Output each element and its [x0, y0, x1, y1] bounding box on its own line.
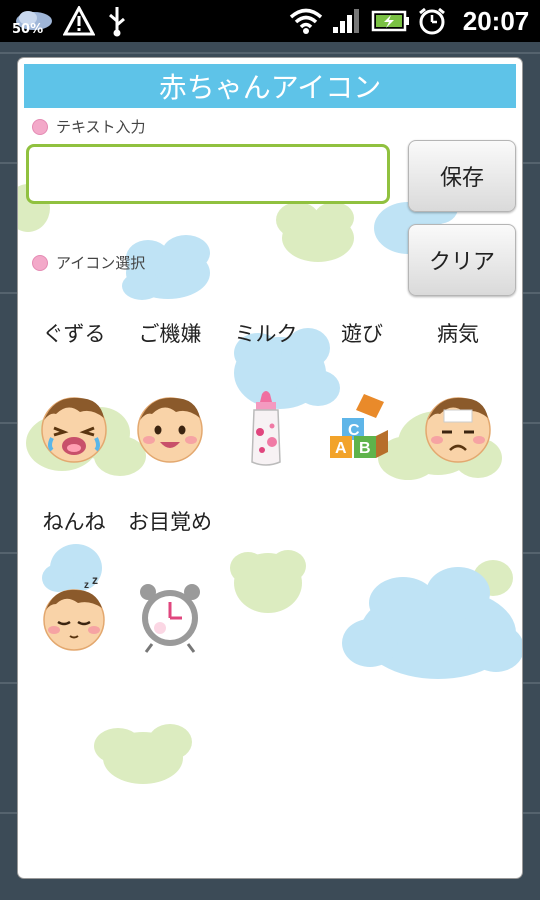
pink-dot-icon	[32, 118, 48, 135]
usb-icon	[102, 0, 132, 42]
wifi-icon	[286, 0, 326, 42]
icon-option-sleep[interactable]: ねんね z z	[26, 508, 122, 658]
svg-text:A: A	[335, 440, 347, 457]
icon-option-label: お目覚め	[128, 510, 212, 534]
sick-baby-icon	[425, 397, 491, 463]
icon-option-label: 病気	[437, 322, 479, 346]
sleeping-baby-icon: z z	[43, 576, 105, 651]
dialog-title: 赤ちゃんアイコン	[24, 64, 516, 108]
icon-option-sick[interactable]: 病気	[410, 320, 506, 470]
svg-text:B: B	[359, 440, 371, 457]
happy-baby-icon	[137, 397, 203, 463]
weather-icon: 50%	[12, 0, 56, 42]
clear-button[interactable]: クリア	[408, 224, 516, 296]
icon-option-label: ねんね	[42, 510, 106, 534]
icon-option-wake-up[interactable]: お目覚め	[122, 508, 218, 658]
icon-option-label: ご機嫌	[138, 322, 202, 346]
icon-option-play[interactable]: 遊び C A B	[314, 320, 410, 470]
svg-text:z: z	[92, 576, 98, 587]
alarm-clock-icon	[140, 584, 200, 653]
battery-percent-text: 50%	[12, 22, 44, 37]
milk-bottle-icon	[251, 391, 281, 466]
icon-select-label: アイコン選択	[56, 254, 146, 272]
svg-text:z: z	[84, 580, 89, 591]
icon-option-fussy[interactable]: ぐずる	[26, 320, 122, 470]
text-input-section-label: テキスト入力	[32, 116, 146, 137]
battery-charging-icon	[370, 0, 412, 42]
warning-icon	[62, 0, 96, 42]
icon-option-milk[interactable]: ミルク	[218, 320, 314, 470]
crying-baby-icon	[41, 397, 107, 463]
status-time: 20:07	[462, 5, 530, 36]
baby-icon-dialog: 赤ちゃんアイコン テキスト入力 保存 クリア アイコン選択 ぐずる ご機嫌 ミル…	[18, 58, 522, 878]
alarm-icon	[416, 0, 448, 42]
signal-icon	[330, 0, 362, 42]
icon-select-section-label: アイコン選択	[32, 252, 145, 273]
abc-blocks-icon: C A B	[330, 394, 388, 458]
pink-dot-icon	[32, 254, 48, 271]
icon-option-good-mood[interactable]: ご機嫌	[122, 320, 218, 470]
icon-option-label: ぐずる	[42, 322, 106, 346]
save-button[interactable]: 保存	[408, 140, 516, 212]
text-input-field[interactable]	[26, 144, 390, 204]
icon-option-label: ミルク	[234, 322, 298, 346]
text-input-label: テキスト入力	[56, 118, 146, 136]
icon-option-label: 遊び	[341, 322, 383, 346]
status-bar: 50% 20:07	[0, 0, 540, 42]
